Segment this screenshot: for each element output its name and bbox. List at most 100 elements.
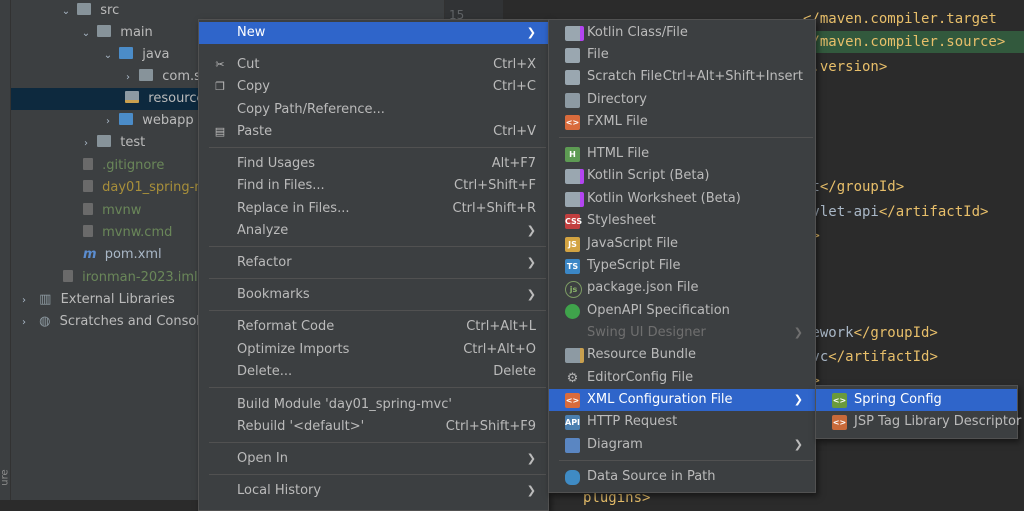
menu-item-cut[interactable]: ✂ Cut Ctrl+X: [199, 54, 548, 76]
menu-item-kotlin-worksheet[interactable]: Kotlin Worksheet (Beta): [549, 188, 815, 210]
tree-item-label: main: [120, 25, 153, 40]
tree-item-label: External Libraries: [60, 292, 175, 307]
tree-item-package[interactable]: › com.s: [121, 66, 201, 88]
menu-item-rebuild[interactable]: Rebuild '<default>' Ctrl+Shift+F9: [199, 416, 548, 438]
tree-item-src[interactable]: ⌄ src: [59, 0, 119, 22]
menu-item-editorconfig-file[interactable]: ⚙ EditorConfig File: [549, 367, 815, 389]
menu-item-reformat-code[interactable]: Reformat Code Ctrl+Alt+L: [199, 316, 548, 338]
chevron-right-icon[interactable]: ›: [101, 111, 115, 133]
menu-item-find-usages[interactable]: Find Usages Alt+F7: [199, 153, 548, 175]
chevron-right-icon: ❯: [526, 224, 536, 237]
tool-window-strip[interactable]: ure: [0, 0, 11, 500]
xml-icon: <>: [565, 393, 580, 408]
menu-item-resource-bundle[interactable]: Resource Bundle: [549, 344, 815, 366]
resource-bundle-icon: [565, 348, 584, 363]
chevron-right-icon[interactable]: ›: [79, 133, 93, 155]
menu-item-typescript-file[interactable]: TS TypeScript File: [549, 255, 815, 277]
tree-item-label: java: [142, 47, 170, 62]
menu-item-replace-in-files[interactable]: Replace in Files... Ctrl+Shift+R: [199, 198, 548, 220]
folder-icon: [97, 25, 112, 37]
menu-item-package-json[interactable]: js package.json File: [549, 277, 815, 299]
tree-item-scratches[interactable]: › ◍ Scratches and Console: [17, 311, 208, 333]
menu-item-local-history[interactable]: Local History ❯: [199, 480, 548, 502]
chevron-right-icon[interactable]: ›: [17, 290, 31, 312]
code-line: rvlet-api</artifactId>: [803, 204, 989, 220]
menu-item-html-file[interactable]: H HTML File: [549, 143, 815, 165]
menu-item-xml-configuration-file[interactable]: <> XML Configuration File ❯: [549, 389, 815, 411]
menu-separator: [209, 442, 546, 443]
menu-item-refactor[interactable]: Refactor ❯: [199, 252, 548, 274]
menu-item-optimize-imports[interactable]: Optimize Imports Ctrl+Alt+O: [199, 339, 548, 361]
tree-item-java[interactable]: ⌄ java: [101, 44, 170, 66]
kotlin-icon: [565, 169, 584, 184]
menu-separator: [209, 387, 546, 388]
chevron-right-icon[interactable]: ›: [17, 312, 31, 334]
chevron-right-icon: ❯: [793, 393, 803, 406]
menu-item-jsp-tag-library[interactable]: <> JSP Tag Library Descriptor: [816, 411, 1021, 433]
tree-item-iml[interactable]: ironman-2023.iml: [63, 267, 198, 289]
tree-item-mvnw-cmd[interactable]: mvnw.cmd: [83, 222, 172, 244]
menu-item-stylesheet[interactable]: CSS Stylesheet: [549, 210, 815, 232]
menu-item-new[interactable]: New ❯: [199, 22, 548, 44]
menu-item-analyze[interactable]: Analyze ❯: [199, 220, 548, 242]
context-menu: New ❯ ✂ Cut Ctrl+X ❐ Copy Ctrl+C Copy Path/Re…: [198, 19, 549, 511]
code-line: </maven.compiler.target: [803, 11, 997, 27]
menu-item-bookmarks[interactable]: Bookmarks ❯: [199, 284, 548, 306]
menu-item-file[interactable]: File: [549, 44, 815, 66]
menu-item-find-in-files[interactable]: Find in Files... Ctrl+Shift+F: [199, 175, 548, 197]
menu-separator: [209, 147, 546, 148]
scratches-icon: ◍: [39, 314, 51, 329]
menu-item-directory[interactable]: Directory: [549, 89, 815, 111]
menu-item-swing-ui-designer[interactable]: Swing UI Designer ❯: [549, 322, 815, 344]
menu-item-scratch-file[interactable]: Scratch File Ctrl+Alt+Shift+Insert: [549, 66, 815, 88]
chevron-right-icon: ❯: [526, 452, 536, 465]
code-line: </maven.compiler.source>: [803, 31, 1024, 53]
menu-item-paste[interactable]: ▤ Paste Ctrl+V: [199, 121, 548, 143]
module-file-icon: [63, 270, 73, 282]
menu-item-kotlin-script[interactable]: Kotlin Script (Beta): [549, 165, 815, 187]
chevron-right-icon: ❯: [526, 288, 536, 301]
menu-item-open-in[interactable]: Open In ❯: [199, 448, 548, 470]
scratch-file-icon: [565, 70, 580, 85]
menu-separator: [209, 310, 546, 311]
kotlin-icon: [565, 26, 584, 41]
chevron-right-icon[interactable]: ›: [121, 67, 135, 89]
menu-item-data-source-in-path[interactable]: Data Source in Path: [549, 466, 815, 488]
menu-item-build-module[interactable]: Build Module 'day01_spring-mvc': [199, 394, 548, 416]
menu-item-diagram[interactable]: Diagram ❯: [549, 434, 815, 456]
menu-item-openapi-spec[interactable]: OpenAPI Specification: [549, 300, 815, 322]
typescript-icon: TS: [565, 259, 580, 274]
chevron-down-icon[interactable]: ⌄: [101, 45, 115, 67]
menu-item-spring-config[interactable]: <> Spring Config: [816, 389, 1017, 411]
tree-item-gitignore[interactable]: .gitignore: [83, 155, 164, 177]
tree-item-label: webapp: [142, 113, 194, 128]
tree-item-mvnw[interactable]: mvnw: [83, 200, 141, 222]
menu-item-copy[interactable]: ❐ Copy Ctrl+C: [199, 76, 548, 98]
chevron-right-icon: ❯: [793, 326, 803, 339]
menu-item-copy-path[interactable]: Copy Path/Reference...: [199, 99, 548, 121]
chevron-down-icon[interactable]: ⌄: [59, 1, 73, 23]
structure-tab-label[interactable]: ure: [0, 469, 11, 485]
tree-item-external-libraries[interactable]: › ▥ External Libraries: [17, 289, 175, 311]
menu-item-fxml-file[interactable]: <> FXML File: [549, 111, 815, 133]
tree-item-label: .gitignore: [102, 158, 165, 173]
tree-item-main[interactable]: ⌄ main: [79, 22, 153, 44]
menu-item-kotlin-class[interactable]: Kotlin Class/File: [549, 22, 815, 44]
tree-item-label: day01_spring-m: [102, 180, 207, 195]
menu-item-javascript-file[interactable]: JS JavaScript File: [549, 233, 815, 255]
web-folder-icon: [119, 113, 134, 125]
folder-icon: [97, 135, 112, 147]
tree-item-day01[interactable]: day01_spring-m: [83, 177, 207, 199]
chevron-down-icon[interactable]: ⌄: [79, 23, 93, 45]
menu-item-http-request[interactable]: API HTTP Request: [549, 411, 815, 433]
tree-item-test[interactable]: › test: [79, 132, 145, 154]
tree-item-pom[interactable]: m pom.xml: [83, 244, 162, 266]
html-icon: H: [565, 147, 580, 162]
paste-icon: ▤: [214, 125, 226, 138]
menu-item-delete[interactable]: Delete... Delete: [199, 361, 548, 383]
copy-icon: ❐: [215, 80, 225, 93]
http-request-icon: API: [565, 415, 580, 430]
tree-item-webapp[interactable]: › webapp: [101, 110, 194, 132]
kotlin-icon: [565, 192, 584, 207]
menu-separator: [209, 474, 546, 475]
